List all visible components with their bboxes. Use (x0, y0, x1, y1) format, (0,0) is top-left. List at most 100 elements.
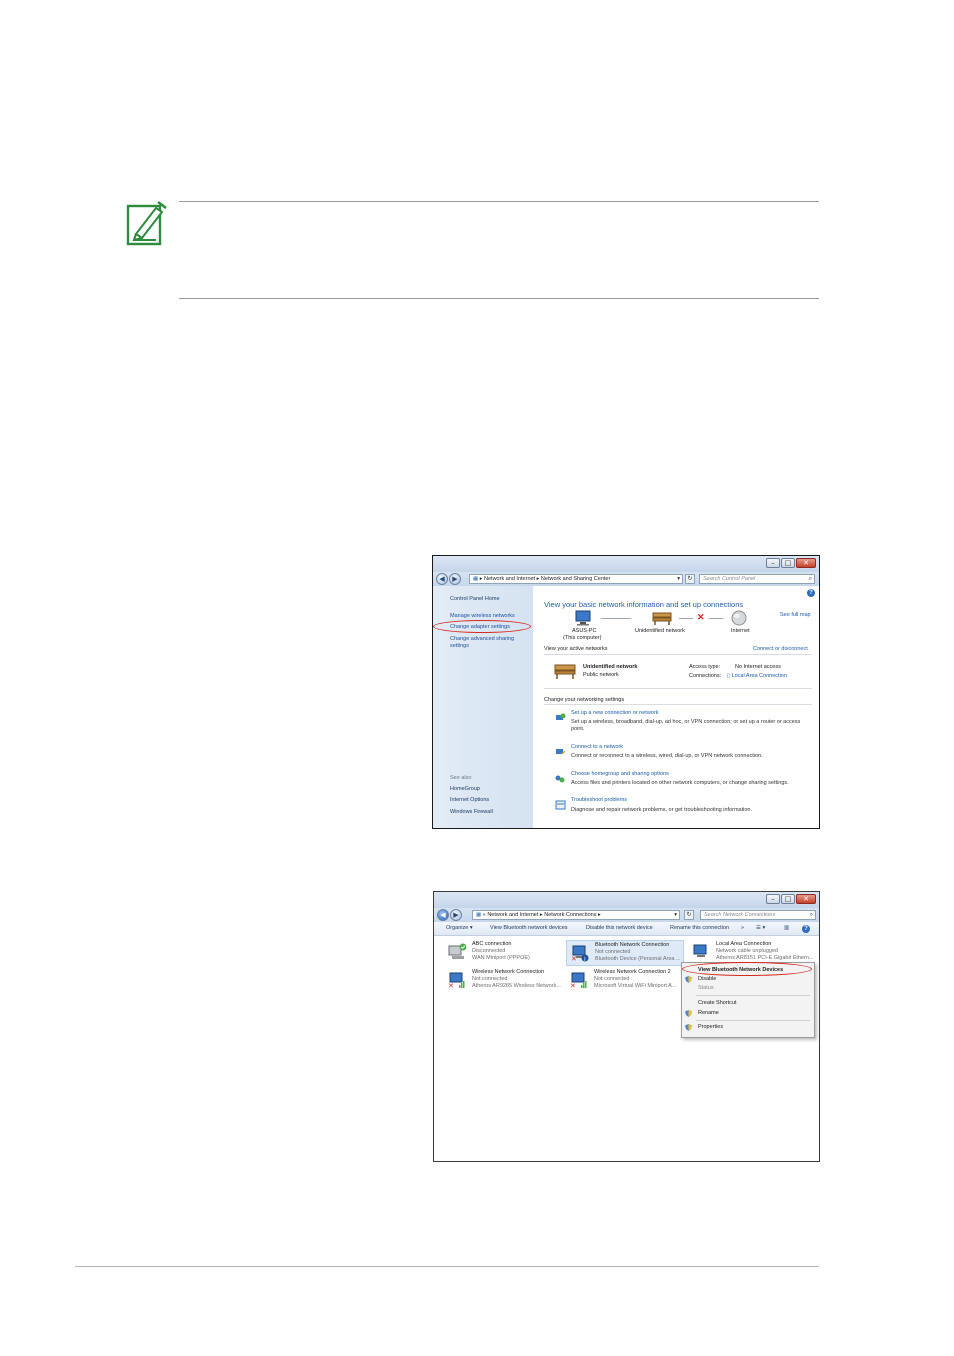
active-network-type[interactable]: Public network (583, 672, 619, 678)
troubleshoot-icon (555, 797, 566, 810)
view-bluetooth-devices-button[interactable]: View Bluetooth network devices (490, 925, 568, 931)
breadcrumb-network-internet-2[interactable]: Network and Internet (487, 912, 538, 918)
connection-status: Disconnected (472, 948, 506, 954)
homegroup-link[interactable]: HomeGroup (450, 786, 480, 792)
globe-icon (731, 610, 747, 626)
active-networks-label: View your active networks (544, 646, 608, 652)
menu-properties[interactable]: Properties (698, 1024, 723, 1030)
connection-status: Not connected (472, 976, 508, 982)
manage-wireless-link[interactable]: Manage wireless networks (450, 613, 515, 619)
active-network-name: Unidentified network (583, 664, 638, 670)
task-troubleshoot-desc: Diagnose and repair network problems, or… (571, 807, 752, 813)
more-commands-button[interactable]: » (741, 925, 744, 931)
svg-text:✕: ✕ (571, 955, 577, 962)
preview-pane-icon[interactable]: ▥ (784, 925, 789, 931)
refresh-button-2[interactable]: ↻ (684, 910, 694, 920)
map-network-label: Unidentified network (635, 628, 685, 634)
chevron-down-icon-2[interactable]: ▾ (674, 911, 677, 919)
bench-network-icon-large (554, 664, 576, 679)
back-button[interactable]: ◀ (436, 573, 448, 585)
search-icon[interactable]: ⌕ (809, 575, 812, 583)
see-full-map-link[interactable]: See full map (780, 612, 811, 618)
menu-disable[interactable]: Disable (698, 976, 716, 982)
organize-menu[interactable]: Organize ▾ (446, 925, 473, 931)
task-setup-connection-link[interactable]: Set up a new connection or network (571, 710, 658, 716)
disable-device-button[interactable]: Disable this network device (586, 925, 653, 931)
task-connect-link[interactable]: Connect to a network (571, 744, 623, 750)
connect-disconnect-link[interactable]: Connect or disconnect (753, 646, 808, 652)
task-homegroup-desc: Access files and printers located on oth… (571, 780, 789, 786)
breadcrumb-sharing-center[interactable]: Network and Sharing Center (541, 576, 610, 582)
change-advanced-sharing-link[interactable]: Change advanced sharing (450, 636, 514, 642)
help-icon-2[interactable]: ? (802, 925, 810, 933)
internet-options-link[interactable]: Internet Options (450, 797, 489, 803)
menu-status[interactable]: Status (698, 985, 714, 991)
access-type-value: No Internet access (735, 664, 781, 670)
see-also-heading: See also (450, 775, 472, 781)
task-setup-desc-2: point. (571, 726, 585, 732)
breadcrumb-network-internet[interactable]: Network and Internet (484, 576, 535, 582)
network-folder-icon: ▦ (473, 576, 479, 582)
address-row-2: ◀ ▶ ▦ « Network and Internet ▸ Network C… (434, 908, 819, 922)
note-bottom-rule (179, 298, 819, 299)
local-area-connection-link[interactable]: ▯ Local Area Connection (727, 673, 787, 679)
connection-bluetooth[interactable]: ✕ ᛒ Bluetooth Network Connection Not con… (566, 940, 684, 966)
minimize-button-2[interactable]: – (766, 894, 780, 904)
maximize-button[interactable]: □ (781, 558, 795, 568)
control-panel-home-link[interactable]: Control Panel Home (450, 596, 500, 602)
access-type-label: Access type: (689, 664, 721, 670)
dialup-network-icon (448, 943, 466, 959)
address-bar[interactable]: ▦ ▸ Network and Internet ▸ Network and S… (469, 574, 683, 584)
forward-button-2[interactable]: ▶ (450, 909, 462, 921)
main-pane: ? View your basic network information an… (533, 586, 819, 828)
note-top-rule (179, 201, 819, 202)
divider (544, 654, 812, 655)
forward-button[interactable]: ▶ (449, 573, 461, 585)
divider-3 (544, 704, 812, 705)
rename-connection-button[interactable]: Rename this connection (670, 925, 729, 931)
connection-name: Wireless Network Connection (472, 969, 545, 975)
task-setup-desc: Set up a wireless, broadband, dial-up, a… (571, 719, 801, 725)
network-folder-icon-2: ▦ (476, 912, 482, 918)
refresh-button[interactable]: ↻ (685, 574, 695, 584)
connections-label: Connections: (689, 673, 722, 679)
connection-abc[interactable]: ABC connection Disconnected WAN Miniport… (444, 940, 562, 966)
menu-rename[interactable]: Rename (698, 1010, 719, 1016)
back-button-2[interactable]: ◀ (437, 909, 449, 921)
change-view-icon[interactable]: ☰ ▾ (756, 925, 765, 931)
menu-separator-2 (696, 1020, 810, 1021)
highlight-ring-2 (682, 962, 812, 976)
maximize-button-2[interactable]: □ (781, 894, 795, 904)
address-row: ◀ ▶ ▦ ▸ Network and Internet ▸ Network a… (433, 572, 819, 586)
connection-wireless-2[interactable]: ✕ Wireless Network Connection 2 Not conn… (566, 968, 684, 994)
close-button[interactable]: ✕ (796, 558, 816, 568)
search-icon-2[interactable]: ⌕ (810, 911, 813, 919)
change-advanced-sharing-link-cont[interactable]: settings (450, 643, 469, 649)
search-input-2[interactable]: Search Network Connections ⌕ (700, 910, 816, 920)
breadcrumb-network-connections[interactable]: Network Connections (544, 912, 596, 918)
connection-wireless[interactable]: ✕ Wireless Network Connection Not connec… (444, 968, 562, 994)
address-bar-2[interactable]: ▦ « Network and Internet ▸ Network Conne… (472, 910, 680, 920)
close-button-2[interactable]: ✕ (796, 894, 816, 904)
search-input[interactable]: Search Control Panel ⌕ (699, 574, 815, 584)
task-troubleshoot-link[interactable]: Troubleshoot problems (571, 797, 627, 803)
highlight-ring (433, 620, 531, 633)
connection-name: ABC connection (472, 941, 512, 947)
divider-2 (544, 688, 812, 689)
shield-icon-3 (685, 1024, 692, 1031)
map-internet-label: Internet (731, 628, 750, 634)
minimize-button[interactable]: – (766, 558, 780, 568)
network-connections-window: – □ ✕ ◀ ▶ ▦ « Network and Internet ▸ Net… (433, 891, 820, 1162)
ethernet-network-icon (693, 944, 707, 957)
wireless-network-icon: ✕ (448, 972, 465, 989)
windows-firewall-link[interactable]: Windows Firewall (450, 809, 493, 815)
menu-create-shortcut[interactable]: Create Shortcut (698, 1000, 737, 1006)
new-connection-icon (555, 710, 566, 720)
help-icon[interactable]: ? (807, 589, 815, 597)
chevron-down-icon[interactable]: ▾ (677, 575, 680, 583)
connection-status: Not connected (594, 976, 630, 982)
no-connection-x-icon: ✕ (697, 612, 705, 622)
task-homegroup-link[interactable]: Choose homegroup and sharing options (571, 771, 669, 777)
wireless-network-icon-2: ✕ (570, 972, 587, 989)
connections-list: ABC connection Disconnected WAN Miniport… (434, 936, 819, 1161)
